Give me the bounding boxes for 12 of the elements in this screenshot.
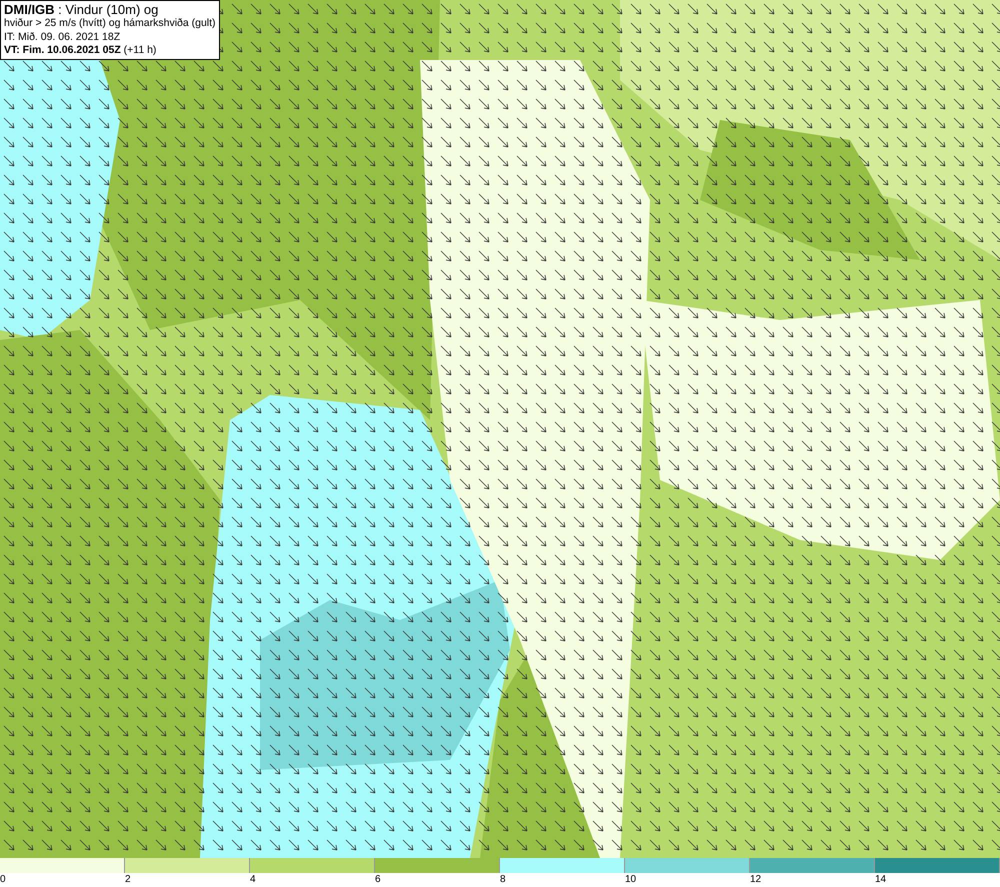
legend-label: 12 — [750, 874, 762, 885]
legend-label: 6 — [375, 874, 381, 885]
legend-label: 14 — [875, 874, 886, 885]
legend-label: 8 — [500, 874, 506, 885]
info-text: VT: Fim. 10.06.2021 05Z (+11 h) — [4, 44, 158, 58]
info-text: DMI/IGB : Vindur (10m) og — [4, 2, 160, 17]
legend-label: 4 — [250, 874, 256, 885]
info-text: IT: Mið. 09. 06. 2021 18Z — [4, 30, 122, 44]
legend-label: 2 — [125, 874, 131, 885]
info-text: hviður > 25 m/s (hvítt) og hámarkshviða (gult) — [4, 17, 216, 30]
legend-label: 0 — [0, 874, 6, 885]
legend-label: 10 — [625, 874, 636, 885]
